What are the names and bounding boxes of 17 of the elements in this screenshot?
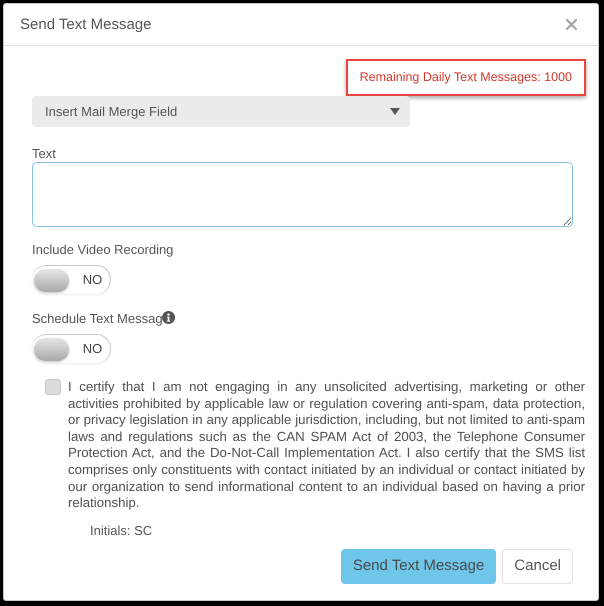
certification-text: I certify that I am not engaging in any unsolicited advertising, marketing or other activities prohibited by applicable law or regulation covering anti-spam, data protection, or privacy legislation in any applicable jurisdiction, including, but not limited to anti-spam laws and regulations such as the CAN SPAM Act of 2003, the Telephone Consumer Protection Act, and the Do-Not-Call Implementation Act. I also certify that the SMS list comprises only constituents with contact initiated by an individual or contact initiated by our organization to send informational content to an individual based on having a prior relationship. <box>68 379 585 512</box>
toggle-switch[interactable]: NO <box>32 334 111 363</box>
close-icon[interactable] <box>566 19 577 30</box>
toggle-label: Schedule Text Messag <box>32 311 163 326</box>
toggle-label: Include Video Recording <box>32 242 174 257</box>
merge-field-dropdown[interactable]: Insert Mail Merge Field <box>32 96 410 127</box>
certify-checkbox[interactable] <box>45 379 61 395</box>
caret-icon <box>390 108 400 115</box>
cancel-button[interactable]: Cancel <box>502 548 573 584</box>
daily-message-limit: Remaining Daily Text Messages: 1000 <box>346 59 586 96</box>
send-button[interactable]: Send Text Message <box>340 548 496 584</box>
initials-text: Initials: SC <box>90 522 152 538</box>
toggle-switch[interactable]: NO <box>32 265 111 294</box>
field-label: Text <box>32 146 56 161</box>
message-text-area[interactable] <box>32 162 573 227</box>
dialog-title: Send Text Message <box>20 15 152 34</box>
info-icon[interactable] <box>162 311 175 324</box>
